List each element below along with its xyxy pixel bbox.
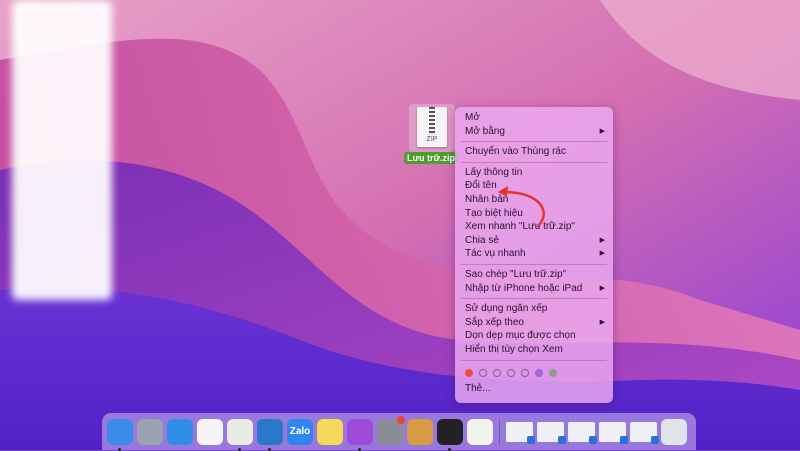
- running-indicator: [358, 447, 361, 451]
- menu-item[interactable]: Lấy thông tin: [455, 166, 613, 180]
- notes-icon[interactable]: [317, 418, 343, 445]
- submenu-arrow-icon: ▶: [599, 127, 605, 135]
- menu-item[interactable]: Hiển thị tùy chọn Xem: [455, 343, 613, 357]
- menu-separator: [461, 141, 607, 143]
- menu-item[interactable]: Sắp xếp theo ▶: [455, 316, 613, 330]
- menu-item-label: Hiển thị tùy chọn Xem: [465, 343, 563, 355]
- tag-color-dot[interactable]: [521, 368, 529, 377]
- menu-item-label: Tác vụ nhanh: [465, 248, 526, 260]
- minimized-window-2[interactable]: [537, 421, 566, 444]
- minimized-window-1[interactable]: [506, 421, 535, 444]
- tag-color-row: [455, 364, 613, 382]
- blurred-desktop-area: [12, 0, 112, 300]
- zip-document-icon: ZIP: [417, 107, 447, 147]
- menu-item-label: Sắp xếp theo: [465, 316, 524, 328]
- app-icon-text: Zalo: [289, 426, 311, 437]
- submenu-arrow-icon: ▶: [599, 318, 605, 326]
- menu-item-label: Chuyển vào Thùng rác: [465, 146, 566, 158]
- app-badge-icon: [527, 435, 535, 444]
- file-name-label[interactable]: Lưu trữ.zip: [404, 152, 459, 164]
- menu-item[interactable]: Mở: [455, 111, 613, 125]
- menu-item-label: Mở bằng: [465, 125, 505, 137]
- menu-item-label: Sao chép "Lưu trữ.zip": [465, 268, 567, 280]
- minimized-window-3[interactable]: [568, 421, 597, 444]
- app-badge-icon: [558, 435, 566, 444]
- chrome-icon[interactable]: [227, 418, 253, 451]
- dock-separator: [499, 418, 500, 445]
- finder-icon[interactable]: [107, 418, 133, 451]
- desktop-wallpaper: [0, 0, 800, 450]
- terminal-icon[interactable]: [437, 418, 463, 451]
- menu-item-label: Sử dụng ngăn xếp: [465, 303, 548, 315]
- menu-separator: [461, 161, 607, 163]
- tag-color-dot[interactable]: [507, 368, 515, 377]
- running-indicator: [118, 447, 121, 451]
- reminders-icon[interactable]: [197, 418, 223, 445]
- running-indicator: [268, 447, 271, 451]
- menu-item[interactable]: Dọn dẹp mục được chọn: [455, 329, 613, 343]
- app-badge-icon: [620, 435, 628, 444]
- dock: Zalo: [102, 413, 696, 451]
- notification-badge: [397, 415, 405, 424]
- tag-color-dot[interactable]: [535, 368, 543, 377]
- menu-item-label: Chia sẻ: [465, 234, 499, 246]
- tag-color-dot[interactable]: [493, 368, 501, 377]
- annotation-arrow-icon: [498, 186, 545, 228]
- menu-item[interactable]: Mở bằng ▶: [455, 125, 613, 139]
- menu-item-label: Dọn dẹp mục được chọn: [465, 330, 576, 342]
- zip-file-icon[interactable]: ZIP: [409, 104, 455, 152]
- menu-separator: [461, 298, 607, 300]
- menu-item[interactable]: Nhập từ iPhone hoặc iPad ▶: [455, 282, 613, 296]
- menu-item[interactable]: Chia sẻ ▶: [455, 234, 613, 248]
- trash-icon[interactable]: [661, 418, 687, 445]
- preview-icon[interactable]: [407, 418, 433, 445]
- menu-item[interactable]: Chuyển vào Thùng rác: [455, 145, 613, 159]
- safari-icon[interactable]: [167, 418, 193, 445]
- submenu-arrow-icon: ▶: [599, 284, 605, 292]
- running-indicator: [448, 447, 451, 451]
- submenu-arrow-icon: ▶: [599, 250, 605, 258]
- minimized-window-4[interactable]: [599, 421, 628, 444]
- textedit-icon[interactable]: [467, 418, 493, 445]
- app-badge-icon: [589, 435, 597, 444]
- menu-item-label: Lấy thông tin: [465, 166, 523, 178]
- tag-color-dot[interactable]: [549, 368, 557, 377]
- context-menu: Mở Mở bằng ▶ Chuyển vào Thùng rác Lấy thông …: [455, 107, 613, 403]
- zalo-icon[interactable]: Zalo: [287, 418, 313, 445]
- menu-item-tags[interactable]: Thẻ...: [455, 382, 613, 396]
- menu-item[interactable]: Sử dụng ngăn xếp: [455, 302, 613, 316]
- tag-color-dot[interactable]: [465, 368, 473, 377]
- submenu-arrow-icon: ▶: [599, 236, 605, 244]
- menu-item[interactable]: Sao chép "Lưu trữ.zip": [455, 268, 613, 282]
- menu-item[interactable]: Tác vụ nhanh ▶: [455, 247, 613, 261]
- menu-item-label: Mở: [465, 112, 480, 123]
- menu-separator: [461, 263, 607, 265]
- app-badge-icon: [651, 435, 659, 444]
- zip-zipper-graphic: [429, 107, 435, 133]
- tag-color-dot[interactable]: [479, 368, 487, 377]
- minimized-window-5[interactable]: [630, 421, 659, 444]
- launchpad-icon[interactable]: [137, 418, 163, 445]
- zip-type-label: ZIP: [426, 136, 438, 143]
- system-preferences-icon[interactable]: [377, 415, 405, 445]
- vscode-icon[interactable]: [257, 418, 283, 451]
- running-indicator: [238, 447, 241, 451]
- menu-separator: [461, 359, 607, 361]
- podcasts-icon[interactable]: [347, 418, 373, 451]
- menu-item-label: Nhập từ iPhone hoặc iPad: [465, 282, 583, 294]
